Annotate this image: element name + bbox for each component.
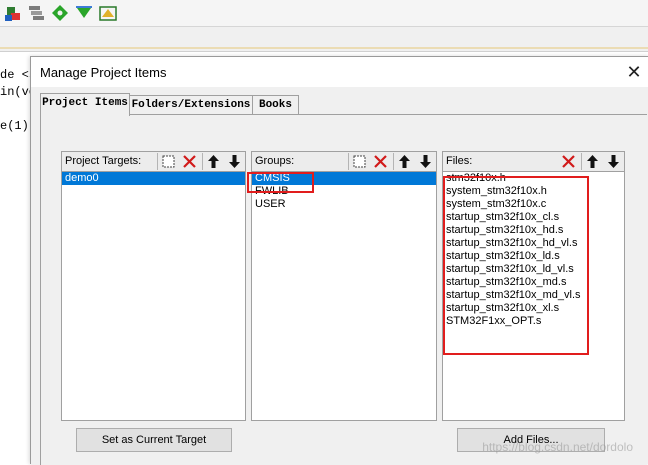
list-item[interactable]: startup_stm32f10x_hd_vl.s — [443, 237, 624, 250]
code-editor[interactable]: de <s in(vo e(1); — [0, 52, 30, 463]
code-line: e(1); — [0, 119, 30, 133]
list-item[interactable]: STM32F1xx_OPT.s — [443, 315, 624, 328]
project-targets-label: Project Targets: — [65, 155, 142, 167]
new-item-icon[interactable] — [157, 153, 177, 170]
load-icon[interactable] — [98, 3, 118, 23]
list-item[interactable]: startup_stm32f10x_ld.s — [443, 250, 624, 263]
files-label: Files: — [446, 155, 473, 167]
move-down-icon[interactable] — [605, 153, 622, 170]
groups-label: Groups: — [255, 155, 295, 167]
ide-toolbar — [0, 0, 648, 27]
set-as-current-target-button[interactable]: Set as Current Target — [76, 428, 232, 452]
build-target-icon[interactable] — [3, 3, 23, 23]
list-item[interactable]: system_stm32f10x.h — [443, 185, 624, 198]
list-item[interactable]: FWLIB — [252, 185, 436, 198]
move-up-icon[interactable] — [202, 153, 222, 170]
list-item[interactable]: startup_stm32f10x_md_vl.s — [443, 289, 624, 302]
move-down-icon[interactable] — [226, 153, 243, 170]
project-targets-pane: Project Targets: demo0 — [61, 151, 246, 421]
list-item[interactable]: startup_stm32f10x_hd.s — [443, 224, 624, 237]
delete-icon[interactable] — [181, 153, 198, 170]
project-targets-header: Project Targets: — [61, 151, 246, 172]
manage-project-icon[interactable] — [26, 3, 46, 23]
list-item[interactable]: startup_stm32f10x_xl.s — [443, 302, 624, 315]
move-down-icon[interactable] — [417, 153, 434, 170]
close-icon: ✕ — [626, 62, 642, 82]
move-up-icon[interactable] — [393, 153, 413, 170]
code-line: de <s — [0, 68, 30, 82]
ide-tab-strip — [0, 27, 648, 52]
groups-pane: Groups: CMSIS FWLIB USER — [251, 151, 437, 421]
delete-icon[interactable] — [372, 153, 389, 170]
dialog-titlebar[interactable]: Manage Project Items ✕ — [31, 57, 648, 87]
project-targets-list[interactable]: demo0 — [61, 172, 246, 421]
manage-project-items-dialog: Manage Project Items ✕ Project Items Fol… — [30, 56, 648, 465]
close-button[interactable]: ✕ — [619, 57, 648, 87]
files-header: Files: — [442, 151, 625, 172]
list-item[interactable]: USER — [252, 198, 436, 211]
list-item[interactable]: startup_stm32f10x_ld_vl.s — [443, 263, 624, 276]
delete-icon[interactable] — [560, 153, 577, 170]
move-up-icon[interactable] — [581, 153, 601, 170]
diamond-icon[interactable] — [50, 3, 70, 23]
groups-list[interactable]: CMSIS FWLIB USER — [251, 172, 437, 421]
list-item[interactable]: demo0 — [62, 172, 245, 185]
files-pane: Files: stm32f10x.h system_stm32f10x.h sy… — [442, 151, 625, 421]
list-item[interactable]: stm32f10x.h — [443, 172, 624, 185]
list-item[interactable]: startup_stm32f10x_cl.s — [443, 211, 624, 224]
tab-books[interactable]: Books — [252, 95, 299, 114]
code-line: in(vo — [0, 85, 30, 99]
download-icon[interactable] — [74, 3, 94, 23]
tab-project-items[interactable]: Project Items — [40, 93, 130, 116]
list-item[interactable]: system_stm32f10x.c — [443, 198, 624, 211]
tab-folders-extensions[interactable]: Folders/Extensions — [129, 95, 253, 114]
groups-header: Groups: — [251, 151, 437, 172]
list-item[interactable]: CMSIS — [252, 172, 436, 185]
new-item-icon[interactable] — [348, 153, 368, 170]
list-item[interactable]: startup_stm32f10x_md.s — [443, 276, 624, 289]
dialog-title: Manage Project Items — [40, 65, 167, 80]
files-list[interactable]: stm32f10x.h system_stm32f10x.h system_st… — [442, 172, 625, 421]
watermark: https://blog.csdn.net/dordolo — [482, 440, 633, 454]
